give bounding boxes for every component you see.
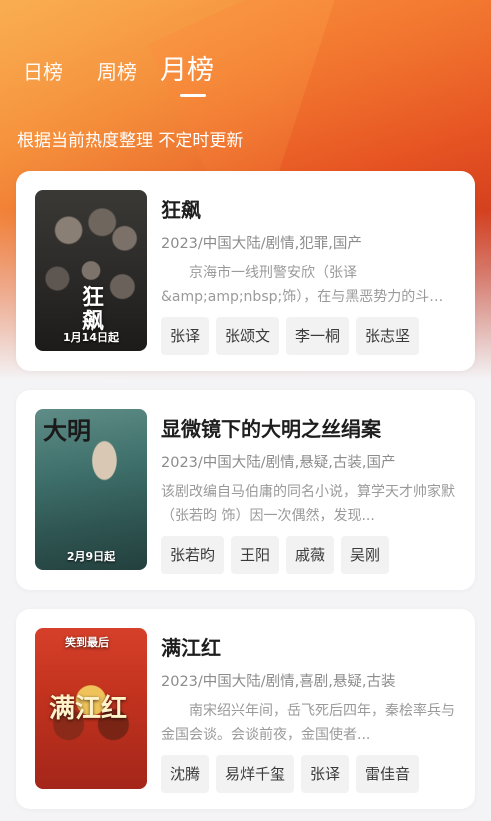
- cast-chip[interactable]: 易烊千玺: [216, 755, 295, 793]
- tab-monthly[interactable]: 月榜: [160, 48, 214, 87]
- poster-tagline: 笑到最后: [65, 636, 109, 649]
- poster-title: 满江红: [49, 694, 128, 724]
- tab-daily[interactable]: 日榜: [23, 56, 63, 85]
- tab-weekly[interactable]: 周榜: [97, 56, 137, 85]
- cast-chip[interactable]: 戚薇: [286, 536, 335, 574]
- list-item[interactable]: 大明 2月9日起 显微镜下的大明之丝绢案 2023/中国大陆/剧情,悬疑,古装,…: [16, 390, 475, 590]
- poster-image: 狂飙 1月14日起: [35, 190, 147, 351]
- cast-chip[interactable]: 张志坚: [356, 317, 420, 355]
- active-tab-indicator: [180, 94, 206, 97]
- poster-title: 大明: [43, 416, 91, 445]
- cast-chip[interactable]: 张颂文: [216, 317, 280, 355]
- item-description: 京海市一线刑警安欣（张译&amp;amp;nbsp;饰），在与黑恶势力的斗争中.…: [161, 265, 444, 305]
- list-item[interactable]: 笑到最后 满江红 满江红 2023/中国大陆/剧情,喜剧,悬疑,古装 南宋绍兴年…: [16, 609, 475, 809]
- cast-chip[interactable]: 沈腾: [161, 755, 210, 793]
- item-description: 该剧改编自马伯庸的同名小说，算学天才帅家默（张若昀 饰）因一次偶然，发现...: [161, 484, 455, 524]
- cast-chip[interactable]: 李一桐: [286, 317, 350, 355]
- cast-chip[interactable]: 张译: [161, 317, 210, 355]
- item-description: 南宋绍兴年间，岳飞死后四年，秦桧率兵与金国会谈。会谈前夜，金国使者...: [161, 703, 455, 743]
- poster-date: 1月14日起: [63, 331, 119, 344]
- cast-list: 张若昀 王阳 戚薇 吴刚: [161, 536, 396, 574]
- item-meta: 2023/中国大陆/剧情,悬疑,古装,国产: [161, 455, 396, 471]
- item-title: 满江红: [161, 636, 221, 660]
- item-meta: 2023/中国大陆/剧情,犯罪,国产: [161, 236, 362, 252]
- poster-image: 笑到最后 满江红: [35, 628, 147, 789]
- cast-list: 沈腾 易烊千玺 张译 雷佳音: [161, 755, 426, 793]
- cast-list: 张译 张颂文 李一桐 张志坚: [161, 317, 426, 355]
- cast-chip[interactable]: 吴刚: [341, 536, 390, 574]
- poster-title: 狂飙: [78, 285, 104, 333]
- item-title: 狂飙: [161, 198, 201, 222]
- cast-chip[interactable]: 张若昀: [161, 536, 225, 574]
- page-subtitle: 根据当前热度整理 不定时更新: [17, 131, 244, 151]
- poster-date: 2月9日起: [66, 550, 116, 563]
- cast-chip[interactable]: 张译: [301, 755, 350, 793]
- item-meta: 2023/中国大陆/剧情,喜剧,悬疑,古装: [161, 674, 396, 690]
- poster-image: 大明 2月9日起: [35, 409, 147, 570]
- item-title: 显微镜下的大明之丝绢案: [161, 417, 381, 441]
- list-item[interactable]: 狂飙 1月14日起 狂飙 2023/中国大陆/剧情,犯罪,国产 京海市一线刑警安…: [16, 171, 475, 371]
- cast-chip[interactable]: 雷佳音: [356, 755, 420, 793]
- cast-chip[interactable]: 王阳: [231, 536, 280, 574]
- ranking-tabs: 日榜 周榜 月榜: [0, 48, 491, 108]
